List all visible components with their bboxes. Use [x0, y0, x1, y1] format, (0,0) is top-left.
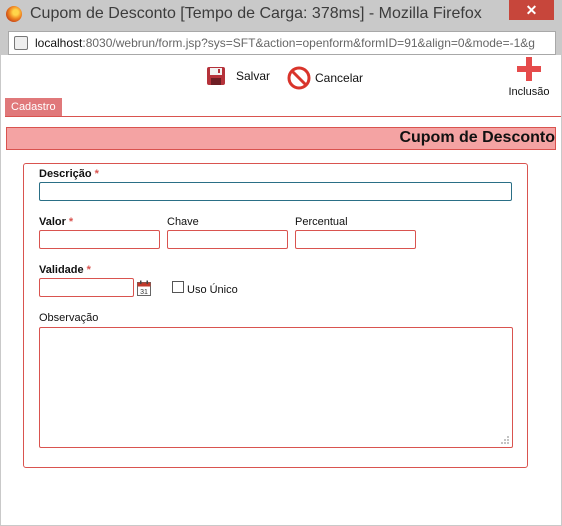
no-entry-icon: [287, 66, 311, 90]
add-label: Inclusão: [508, 86, 550, 98]
valor-input[interactable]: [39, 230, 160, 249]
firefox-icon: [6, 6, 22, 22]
tab-cadastro[interactable]: Cadastro: [5, 98, 62, 116]
resize-grip-icon[interactable]: [500, 435, 510, 445]
uso-unico-label: Uso Único: [187, 284, 238, 296]
url-path: :8030/webrun/form.jsp?sys=SFT&action=ope…: [82, 36, 535, 50]
chave-label: Chave: [167, 216, 199, 228]
title-bar[interactable]: Cupom de Desconto [Tempo de Carga: 378ms…: [0, 0, 562, 30]
required-mark: *: [86, 264, 91, 276]
save-label: Salvar: [236, 69, 271, 83]
url-bar[interactable]: localhost:8030/webrun/form.jsp?sys=SFT&a…: [8, 31, 556, 55]
required-mark: *: [68, 216, 74, 228]
page-icon: [14, 36, 28, 50]
valor-label: Valor *: [39, 216, 73, 228]
floppy-disk-icon: [207, 67, 225, 85]
chave-input[interactable]: [167, 230, 288, 249]
calendar-day: 31: [140, 289, 148, 296]
descricao-label-text: Descrição: [39, 168, 92, 180]
observacao-textarea[interactable]: [39, 327, 513, 448]
window-title: Cupom de Desconto [Tempo de Carga: 378ms…: [30, 5, 482, 22]
plus-icon: [517, 57, 541, 81]
observacao-label: Observação: [39, 312, 99, 324]
valor-label-text: Valor: [39, 216, 66, 228]
save-button[interactable]: Salvar: [206, 66, 270, 86]
uso-unico-checkbox[interactable]: [172, 281, 184, 293]
descricao-input[interactable]: [39, 182, 512, 201]
form-panel: Descrição * Valor * Chave Percentual Valid…: [23, 163, 528, 468]
required-mark: *: [94, 168, 99, 180]
validade-label-text: Validade: [39, 264, 84, 276]
validade-input[interactable]: [39, 278, 134, 297]
percentual-label: Percentual: [295, 216, 348, 228]
validade-label: Validade *: [39, 264, 91, 276]
calendar-icon[interactable]: 31: [137, 280, 151, 296]
tab-divider: [5, 116, 561, 117]
cancel-button[interactable]: Cancelar: [287, 66, 363, 90]
percentual-input[interactable]: [295, 230, 416, 249]
add-button[interactable]: Inclusão: [506, 57, 552, 101]
browser-window: Cupom de Desconto [Tempo de Carga: 378ms…: [0, 0, 562, 526]
form-title: Cupom de Desconto: [399, 129, 555, 146]
page-content: Salvar Cancelar Inclusão Cadastro Cupom …: [1, 55, 561, 525]
descricao-label: Descrição *: [39, 168, 99, 180]
cancel-label: Cancelar: [315, 71, 364, 85]
url-host: localhost: [35, 36, 83, 50]
form-header: Cupom de Desconto: [6, 127, 556, 150]
url-text[interactable]: localhost:8030/webrun/form.jsp?sys=SFT&a…: [35, 36, 549, 50]
close-window-button[interactable]: ✕: [509, 0, 554, 20]
